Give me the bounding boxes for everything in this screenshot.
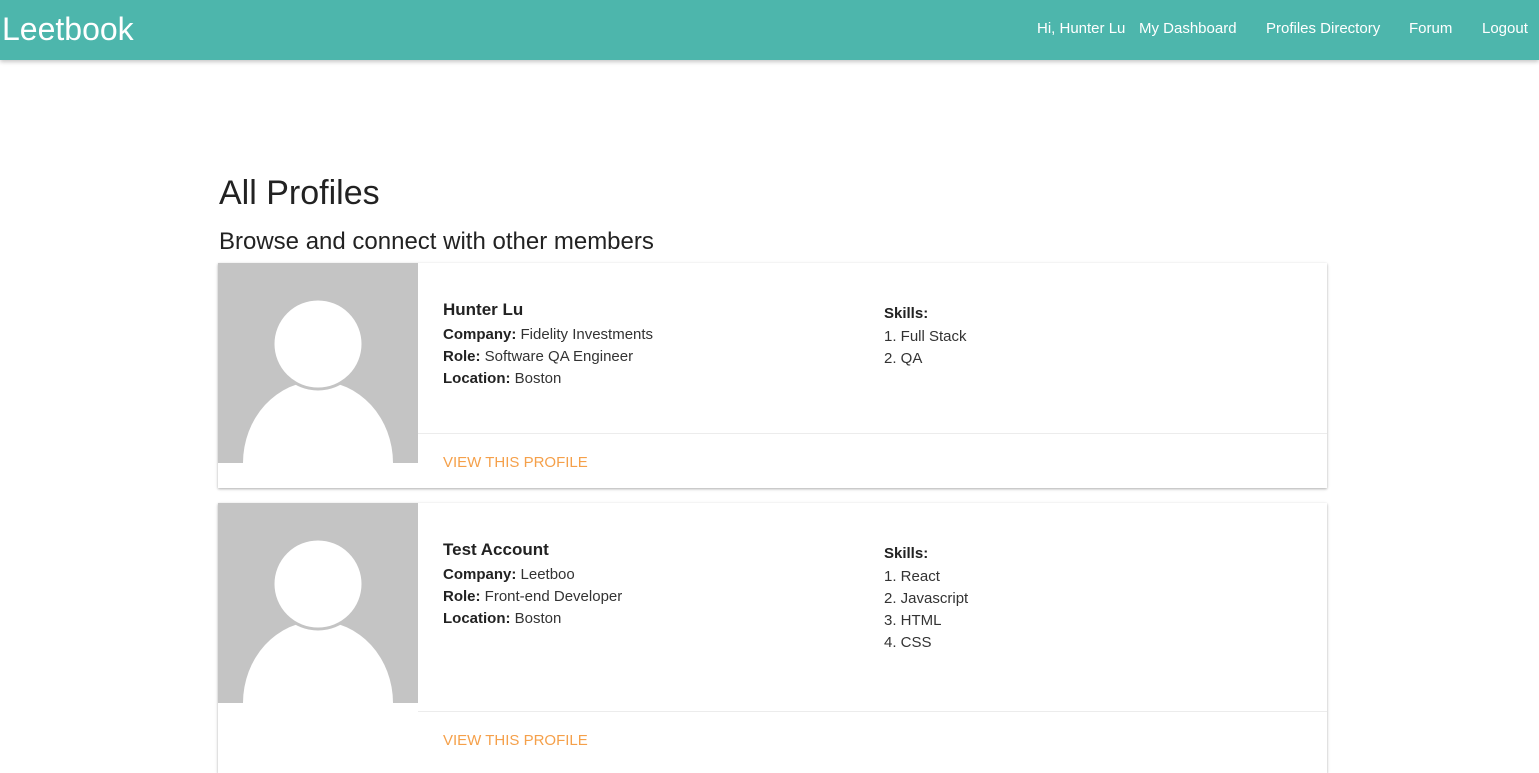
location-label: Location: [443,370,511,387]
location-line: Location: Boston [443,369,561,389]
default-avatar-icon [243,537,393,703]
role-line: Role: Front-end Developer [443,587,622,607]
skills-heading: Skills: [884,305,929,322]
company-label: Company: [443,326,517,343]
role-value: Front-end Developer [484,588,623,605]
nav-forum[interactable]: Forum [1409,19,1452,39]
member-name: Hunter Lu [443,300,524,319]
default-avatar-icon [243,297,393,463]
avatar [218,503,418,703]
skill-item: 1. Full Stack [884,328,967,345]
company-label: Company: [443,566,517,583]
skill-item: 2. QA [884,350,923,367]
skill-item: 3. HTML [884,612,942,629]
location-value: Boston [514,610,562,627]
company-value: Fidelity Investments [520,326,654,343]
avatar [218,263,418,463]
skills-heading: Skills: [884,545,929,562]
member-name: Test Account [443,540,549,559]
role-value: Software QA Engineer [484,348,634,365]
card-action-bar: VIEW THIS PROFILE [418,433,1327,488]
company-value: Leetboo [520,566,575,583]
location-line: Location: Boston [443,609,561,629]
role-label: Role: [443,588,481,605]
skill-item: 4. CSS [884,634,932,651]
brand-logo-link[interactable]: Leetbook [2,9,134,49]
location-value: Boston [514,370,562,387]
nav-logout[interactable]: Logout [1482,19,1528,39]
profile-card: Test Account Company: Leetboo Role: Fron… [218,503,1327,773]
page-subtitle: Browse and connect with other members [219,228,654,255]
nav-profiles-directory[interactable]: Profiles Directory [1266,19,1380,39]
nav-my-dashboard[interactable]: My Dashboard [1139,19,1237,39]
view-profile-link[interactable]: VIEW THIS PROFILE [443,453,588,473]
profile-card: Hunter Lu Company: Fidelity Investments … [218,263,1327,488]
skills-list: 1. Full Stack 2. QA [884,326,967,370]
role-line: Role: Software QA Engineer [443,347,633,367]
role-label: Role: [443,348,481,365]
user-greeting: Hi, Hunter Lu [1037,20,1126,37]
company-line: Company: Leetboo [443,565,575,585]
location-label: Location: [443,610,511,627]
card-action-bar: VIEW THIS PROFILE [418,711,1327,773]
skill-item: 2. Javascript [884,590,969,607]
top-navbar: Leetbook Hi, Hunter Lu My Dashboard Prof… [0,0,1539,60]
skills-list: 1. React 2. Javascript 3. HTML 4. CSS [884,566,968,654]
company-line: Company: Fidelity Investments [443,325,653,345]
page-title: All Profiles [219,174,380,212]
view-profile-link[interactable]: VIEW THIS PROFILE [443,731,588,751]
skill-item: 1. React [884,568,940,585]
